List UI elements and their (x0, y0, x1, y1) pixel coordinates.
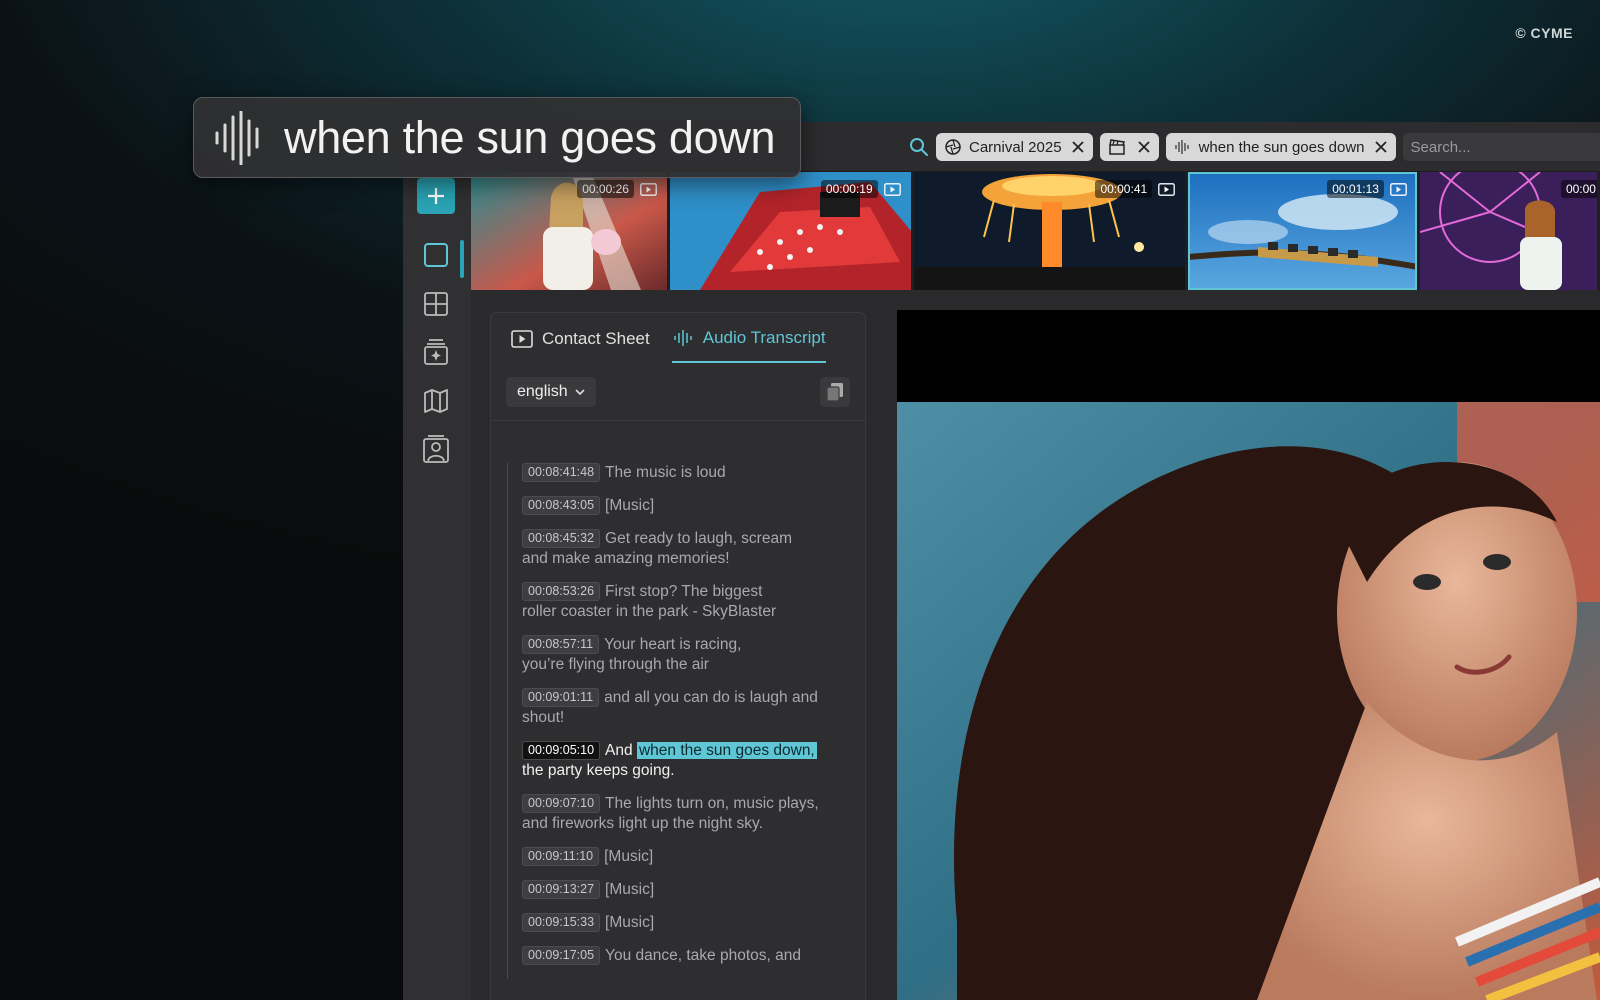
line-text: the party keeps going. (522, 762, 675, 779)
waveform-icon (215, 110, 259, 165)
copy-icon (826, 382, 843, 402)
transcript-line[interactable]: 00:09:13:27 [Music] (522, 880, 847, 900)
rail-single-view[interactable] (417, 236, 455, 274)
chip-label: Carnival 2025 (969, 138, 1062, 156)
active-indicator (460, 240, 464, 278)
search-icon[interactable] (908, 136, 930, 158)
timestamp[interactable]: 00:08:43:05 (522, 496, 601, 515)
search-chip-carnival[interactable]: Carnival 2025 (936, 133, 1093, 161)
play-box-icon (511, 330, 533, 348)
query-text: when the sun goes down (284, 111, 776, 163)
tab-label: Contact Sheet (542, 329, 650, 348)
play-icon (640, 182, 657, 196)
add-button[interactable] (417, 178, 455, 214)
timestamp[interactable]: 00:08:41:48 (522, 463, 601, 482)
clapperboard-icon (1108, 139, 1125, 155)
timestamp[interactable]: 00:09:05:10 (522, 741, 601, 760)
timestamp[interactable]: 00:08:53:26 (522, 582, 601, 601)
rail-stack-ai[interactable] (417, 333, 455, 371)
timestamp[interactable]: 00:09:15:33 (522, 913, 601, 932)
transcript-line[interactable]: 00:09:11:10 [Music] (522, 847, 847, 867)
timestamp[interactable]: 00:09:07:10 (522, 794, 601, 813)
map-icon (424, 389, 448, 413)
grid-icon (424, 292, 448, 316)
search-chip-clip[interactable] (1099, 133, 1159, 161)
play-icon (1390, 182, 1407, 196)
line-text: [Music] (604, 848, 654, 865)
timestamp[interactable]: 00:09:17:05 (522, 946, 601, 965)
transcript-list: 00:08:41:48 The music is loud 00:08:43:05… (507, 463, 847, 979)
stack-sparkle-icon (424, 339, 448, 365)
close-icon[interactable] (1374, 140, 1388, 154)
app-window: Carnival 2025 when the sun goes down Sea… (403, 122, 1600, 1000)
tab-audio-transcript[interactable]: Audio Transcript (671, 319, 826, 363)
thumbnail-clip-5[interactable]: 00:00:5 (1419, 172, 1597, 290)
search-input[interactable] (1402, 133, 1600, 161)
thumbnail-clip-4[interactable]: 00:01:13 (1188, 172, 1417, 290)
plus-icon (428, 188, 444, 204)
aperture-icon (945, 139, 961, 155)
transcript-line[interactable]: 00:09:15:33 [Music] (522, 913, 847, 933)
transcript-line[interactable]: 00:08:41:48 The music is loud (522, 463, 847, 483)
timestamp[interactable]: 00:09:01:11 (522, 688, 600, 707)
transcript-line[interactable]: 00:09:01:11 and all you can do is laugh a… (522, 688, 822, 728)
video-preview[interactable] (897, 310, 1600, 1000)
panel-tabs: Contact Sheet Audio Transcript (491, 313, 865, 363)
play-icon (1158, 182, 1176, 196)
close-icon[interactable] (1137, 140, 1151, 154)
chevron-down-icon (575, 388, 585, 395)
duration-badge: 00:00:5 (1560, 180, 1597, 198)
line-text: [Music] (605, 914, 655, 931)
rail-map[interactable] (417, 382, 455, 420)
timestamp[interactable]: 00:08:45:32 (522, 529, 601, 548)
transcript-line[interactable]: 00:09:17:05 You dance, take photos, and (522, 946, 847, 966)
copyright-text: © CYME (1515, 25, 1573, 41)
transcript-line[interactable]: 00:08:43:05 [Music] (522, 496, 847, 516)
line-text: [Music] (605, 497, 655, 514)
search-match-highlight: when the sun goes down, (636, 742, 817, 759)
chip-label: when the sun goes down (1198, 138, 1365, 156)
timestamp[interactable]: 00:09:11:10 (522, 847, 600, 866)
tab-label: Audio Transcript (702, 328, 826, 347)
duration-badge: 00:01:13 (1327, 180, 1407, 198)
transcript-panel: Contact Sheet Audio Transcript english 0… (490, 312, 866, 1000)
timestamp[interactable]: 00:08:57:11 (522, 635, 600, 654)
transcript-controls: english (491, 363, 865, 421)
transcript-line[interactable]: 00:08:45:32 Get ready to laugh, scream an… (522, 529, 822, 569)
rail-people[interactable] (417, 430, 455, 468)
tab-contact-sheet[interactable]: Contact Sheet (511, 319, 650, 363)
left-rail (403, 172, 471, 1000)
transcript-line-current[interactable]: 00:09:05:10 And when the sun goes down, th… (522, 741, 847, 781)
waveform-icon (1174, 140, 1189, 154)
person-frame-icon (423, 435, 449, 463)
search-chip-transcript[interactable]: when the sun goes down (1165, 133, 1396, 161)
duration-badge: 00:00:19 (820, 180, 901, 198)
search-bar: Carnival 2025 when the sun goes down (908, 129, 1600, 165)
transcript-line[interactable]: 00:08:53:26 First stop? The biggest rolle… (522, 582, 792, 622)
thumbnail-strip: 00:00:26 00:00:19 00:00:41 00:01:13 00:0… (471, 172, 1600, 290)
thumbnail-clip-3[interactable]: 00:00:41 (913, 172, 1186, 290)
copy-transcript-button[interactable] (820, 376, 850, 407)
language-dropdown[interactable]: english (506, 376, 596, 407)
line-text: You dance, take photos, and (605, 947, 801, 964)
close-icon[interactable] (1071, 140, 1085, 154)
square-icon (424, 243, 448, 267)
language-label: english (517, 382, 568, 400)
rail-grid-view[interactable] (417, 285, 455, 323)
line-text: [Music] (605, 881, 655, 898)
line-text: The music is loud (605, 464, 726, 481)
preview-image (897, 402, 1600, 1000)
duration-badge: 00:00:26 (577, 180, 657, 198)
timestamp[interactable]: 00:09:13:27 (522, 880, 601, 899)
line-text: And (605, 742, 633, 759)
transcript-line[interactable]: 00:09:07:10 The lights turn on, music pla… (522, 794, 842, 834)
play-icon (883, 182, 901, 196)
transcript-line[interactable]: 00:08:57:11 Your heart is racing, you’re … (522, 635, 772, 675)
thumbnail-clip-2[interactable]: 00:00:19 (669, 172, 911, 290)
query-overlay: when the sun goes down (193, 97, 801, 178)
duration-badge: 00:00:41 (1095, 180, 1176, 198)
waveform-icon (674, 330, 692, 346)
thumbnail-clip-1[interactable]: 00:00:26 (471, 172, 667, 290)
